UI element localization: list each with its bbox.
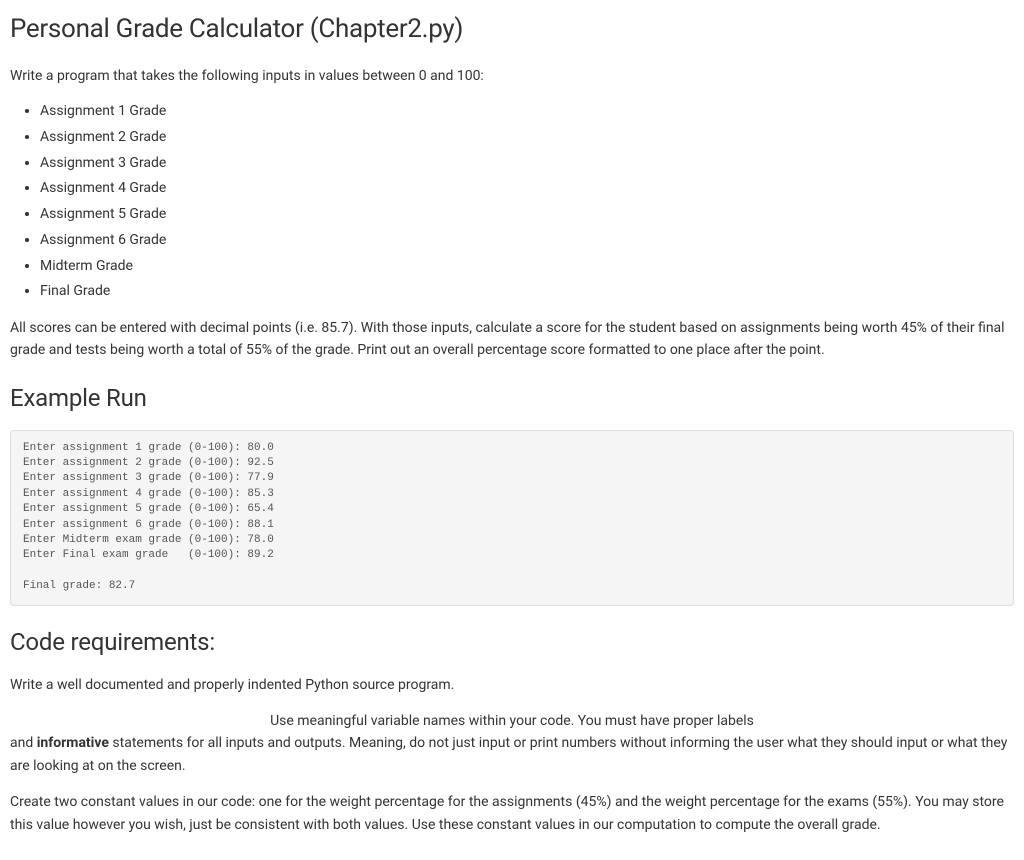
intro-text: Write a program that takes the following… <box>10 65 1014 87</box>
list-item: Assignment 5 Grade <box>40 204 1014 226</box>
requirement-2-line2: and informative statements for all input… <box>10 732 1014 777</box>
list-item: Final Grade <box>40 281 1014 303</box>
page-title: Personal Grade Calculator (Chapter2.py) <box>10 10 1014 49</box>
code-requirements-heading: Code requirements: <box>10 624 1014 660</box>
list-item: Assignment 1 Grade <box>40 101 1014 123</box>
example-run-block: Enter assignment 1 grade (0-100): 80.0 E… <box>10 430 1014 606</box>
requirement-3: Create two constant values in our code: … <box>10 791 1014 836</box>
list-item: Assignment 2 Grade <box>40 127 1014 149</box>
req2-bold: informative <box>37 735 109 751</box>
list-item: Assignment 6 Grade <box>40 230 1014 252</box>
requirement-2-line1: Use meaningful variable names within you… <box>10 710 1014 732</box>
list-item: Midterm Grade <box>40 256 1014 278</box>
list-item: Assignment 3 Grade <box>40 153 1014 175</box>
inputs-list: Assignment 1 Grade Assignment 2 Grade As… <box>28 101 1014 303</box>
req2-b: statements for all inputs and outputs. M… <box>10 735 1007 773</box>
req2-a: and <box>10 735 37 751</box>
description-text: All scores can be entered with decimal p… <box>10 317 1014 362</box>
requirement-1: Write a well documented and properly ind… <box>10 674 1014 696</box>
list-item: Assignment 4 Grade <box>40 178 1014 200</box>
example-heading: Example Run <box>10 380 1014 416</box>
